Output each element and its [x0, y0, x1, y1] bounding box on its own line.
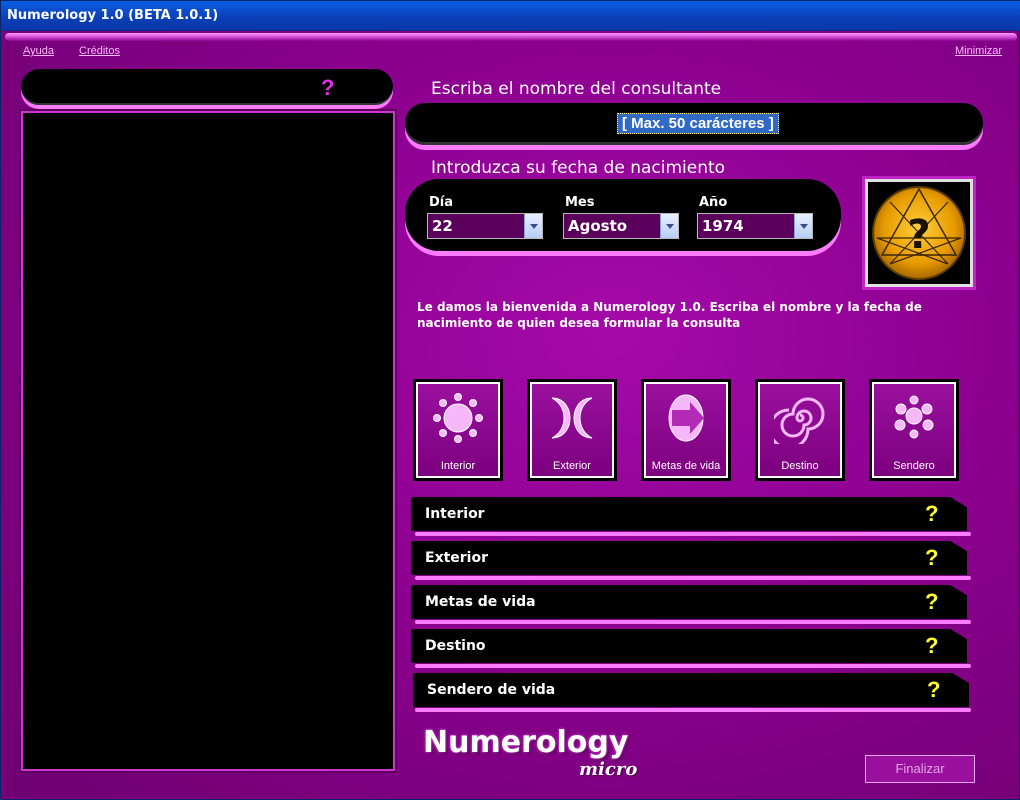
chevron-down-icon[interactable]: [660, 214, 678, 238]
name-placeholder: [ Max. 50 carácteres ]: [617, 113, 779, 134]
name-heading: Escriba el nombre del consultante: [431, 79, 722, 99]
client-area: Ayuda Créditos Minimizar ? Escriba el no…: [5, 31, 1017, 797]
welcome-message: Le damos la bienvenida a Numerology 1.0.…: [417, 300, 922, 330]
dots-cluster-icon: [894, 395, 934, 439]
help-icon[interactable]: ?: [925, 501, 938, 527]
month-value: Agosto: [568, 217, 628, 235]
result-bar-life-path[interactable]: Sendero de vida ?: [413, 673, 969, 707]
name-input[interactable]: [ Max. 50 carácteres ]: [405, 103, 983, 145]
bar-underline: [415, 576, 971, 580]
year-label: Año: [699, 195, 728, 210]
date-heading: Introduzca su fecha de nacimiento: [431, 158, 726, 178]
result-bar-label: Destino: [425, 638, 486, 654]
finish-button[interactable]: Finalizar: [865, 755, 975, 783]
crescent-icon: [551, 397, 593, 439]
year-value: 1974: [702, 217, 744, 235]
top-divider: [5, 33, 1017, 41]
app-logo-subtitle: micro: [579, 759, 638, 780]
result-display-panel: [21, 111, 395, 771]
left-header-bar: ?: [21, 69, 393, 105]
credits-link[interactable]: Créditos: [79, 45, 120, 57]
month-select[interactable]: Agosto: [563, 213, 679, 239]
left-help-icon[interactable]: ?: [321, 75, 334, 101]
arrow-oval-icon: [668, 394, 704, 442]
day-label: Día: [429, 195, 454, 210]
window-title: Numerology 1.0 (BETA 1.0.1): [7, 8, 219, 23]
category-interior-button[interactable]: Interior: [413, 379, 503, 481]
bar-underline: [415, 620, 971, 624]
bar-underline: [415, 664, 971, 668]
category-label: Metas de vida: [651, 460, 721, 472]
category-path-button[interactable]: Sendero: [869, 379, 959, 481]
title-bar[interactable]: Numerology 1.0 (BETA 1.0.1): [1, 1, 1020, 31]
svg-text:?: ?: [907, 212, 930, 258]
month-label: Mes: [565, 195, 595, 210]
enneagram-icon: ?: [865, 179, 973, 287]
result-bar-label: Interior: [425, 506, 485, 522]
date-panel: Día Mes Año 22 Agosto 1974: [405, 179, 841, 251]
result-bar-label: Metas de vida: [425, 594, 536, 610]
result-bar-interior[interactable]: Interior ?: [411, 497, 967, 531]
year-select[interactable]: 1974: [697, 213, 813, 239]
category-label: Destino: [781, 460, 819, 472]
spiral-icon: [774, 397, 825, 444]
bar-underline: [415, 532, 971, 536]
help-link[interactable]: Ayuda: [23, 45, 54, 57]
category-life-goals-button[interactable]: Metas de vida: [641, 379, 731, 481]
category-label: Sendero: [893, 460, 935, 472]
category-label: Exterior: [553, 460, 591, 472]
help-icon[interactable]: ?: [925, 633, 938, 659]
day-value: 22: [432, 217, 453, 235]
day-select[interactable]: 22: [427, 213, 543, 239]
result-bar-exterior[interactable]: Exterior ?: [411, 541, 967, 575]
chevron-down-icon[interactable]: [524, 214, 542, 238]
bar-underline: [415, 708, 971, 712]
help-icon[interactable]: ?: [925, 589, 938, 615]
result-bar-life-goals[interactable]: Metas de vida ?: [411, 585, 967, 619]
sun-icon: [433, 393, 483, 443]
category-exterior-button[interactable]: Exterior: [527, 379, 617, 481]
category-label: Interior: [440, 460, 476, 472]
category-destiny-button[interactable]: Destino: [755, 379, 845, 481]
minimize-link[interactable]: Minimizar: [955, 45, 1002, 57]
app-window: Numerology 1.0 (BETA 1.0.1) Ayuda Crédit…: [0, 0, 1020, 800]
help-icon[interactable]: ?: [927, 677, 940, 703]
result-bar-label: Sendero de vida: [427, 682, 556, 698]
help-icon[interactable]: ?: [925, 545, 938, 571]
result-bar-destiny[interactable]: Destino ?: [411, 629, 967, 663]
chevron-down-icon[interactable]: [794, 214, 812, 238]
app-logo: Numerology: [423, 725, 629, 760]
result-bar-label: Exterior: [425, 550, 489, 566]
